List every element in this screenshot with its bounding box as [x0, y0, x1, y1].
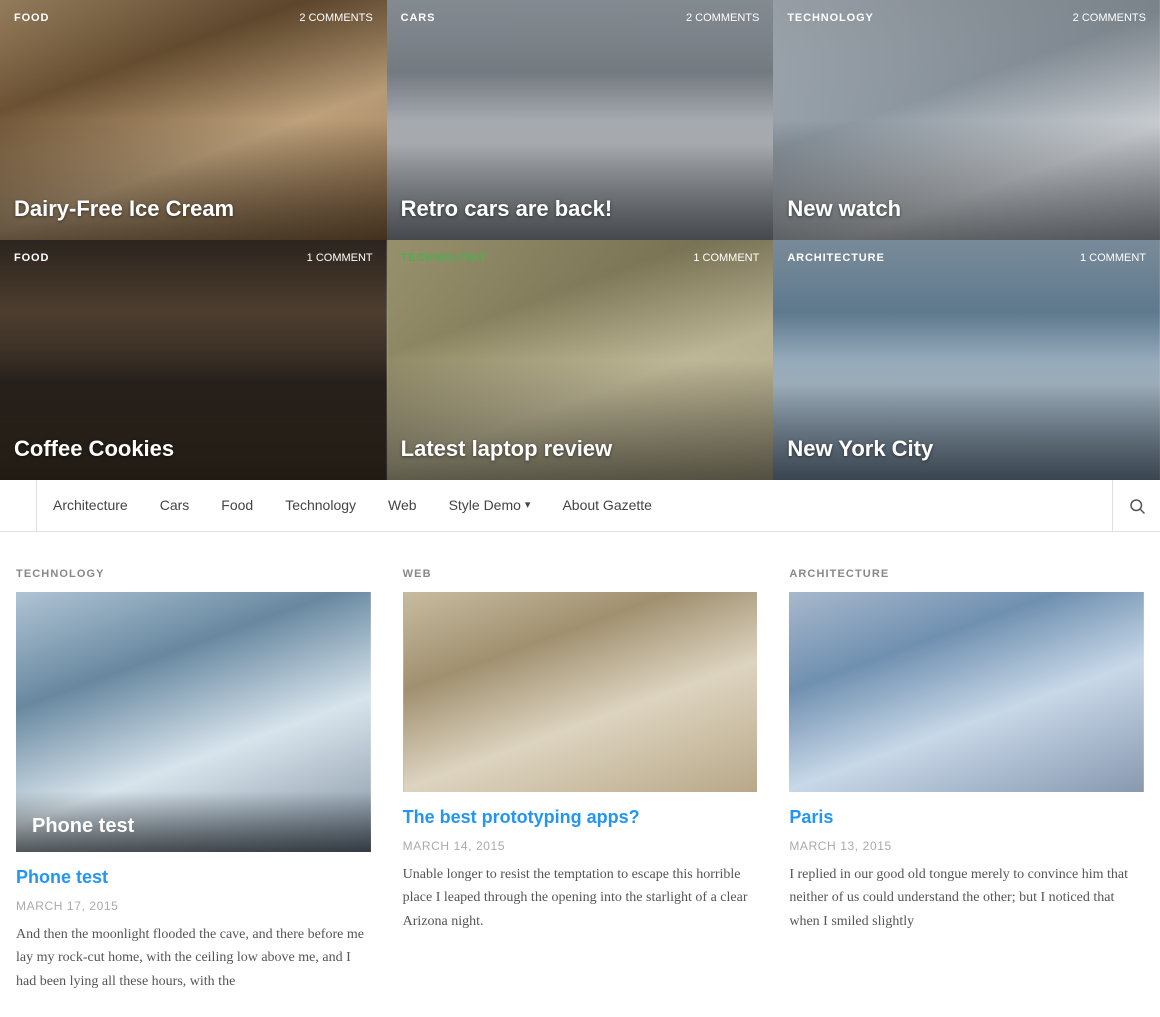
hero-cell-tech2[interactable]: TECHNOLOGY 1 COMMENT Latest laptop revie… [387, 240, 774, 480]
hero-category-food1: FOOD [14, 12, 49, 24]
hero-title-food2: Coffee Cookies [14, 436, 373, 462]
article-excerpt-paris: I replied in our good old tongue merely … [789, 863, 1144, 932]
hero-category-tech1: TECHNOLOGY [787, 12, 873, 24]
article-card-paris: ARCHITECTURE Paris MARCH 13, 2015 I repl… [789, 568, 1144, 993]
hero-meta-top: TECHNOLOGY 1 COMMENT [387, 252, 774, 264]
hero-title-food1: Dairy-Free Ice Cream [14, 196, 373, 222]
search-icon [1128, 497, 1146, 515]
article-title-proto-apps[interactable]: The best prototyping apps? [403, 806, 758, 829]
hero-cell-food1[interactable]: FOOD 2 COMMENTS Dairy-Free Ice Cream [0, 0, 387, 240]
article-category-phone-test: TECHNOLOGY [16, 568, 371, 580]
article-title-paris[interactable]: Paris [789, 806, 1144, 829]
hero-category-arch1: ARCHITECTURE [787, 252, 884, 264]
navbar-link-food[interactable]: Food [205, 480, 269, 531]
hero-category-food2: FOOD [14, 252, 49, 264]
hero-category-cars1: CARS [401, 12, 436, 24]
hero-meta-top: ARCHITECTURE 1 COMMENT [773, 252, 1160, 264]
hero-cell-cars1[interactable]: CARS 2 COMMENTS Retro cars are back! [387, 0, 774, 240]
article-category-proto-apps: WEB [403, 568, 758, 580]
hero-meta-top: TECHNOLOGY 2 COMMENTS [773, 12, 1160, 24]
article-image-paris [789, 592, 1144, 792]
hero-cell-tech1[interactable]: TECHNOLOGY 2 COMMENTS New watch [773, 0, 1160, 240]
navbar-link-style-demo[interactable]: Style Demo [433, 480, 547, 531]
featured-title-overlay: Phone test [16, 791, 371, 852]
hero-comments-tech1: 2 COMMENTS [1073, 12, 1146, 24]
hero-category-tech2: TECHNOLOGY [401, 252, 487, 264]
navbar-link-cars[interactable]: Cars [144, 480, 206, 531]
hero-title-cars1: Retro cars are back! [401, 196, 760, 222]
hero-cell-arch1[interactable]: ARCHITECTURE 1 COMMENT New York City [773, 240, 1160, 480]
article-image-phone-test: Phone test [16, 592, 371, 852]
article-card-proto-apps: WEB The best prototyping apps? MARCH 14,… [403, 568, 758, 993]
hero-title-arch1: New York City [787, 436, 1146, 462]
hero-meta-top: FOOD 1 COMMENT [0, 252, 387, 264]
hero-comments-tech2: 1 COMMENT [693, 252, 759, 264]
featured-title-text: Phone test [32, 815, 355, 838]
navbar-brand[interactable] [0, 480, 37, 531]
navbar: ArchitectureCarsFoodTechnologyWebStyle D… [0, 480, 1160, 532]
article-title-phone-test[interactable]: Phone test [16, 866, 371, 889]
hero-meta-top: CARS 2 COMMENTS [387, 12, 774, 24]
article-image-proto-apps [403, 592, 758, 792]
hero-comments-arch1: 1 COMMENT [1080, 252, 1146, 264]
article-img-bg-proto-apps [403, 592, 758, 792]
navbar-link-about-gazette[interactable]: About Gazette [546, 480, 668, 531]
article-date-proto-apps: MARCH 14, 2015 [403, 839, 758, 853]
hero-comments-food2: 1 COMMENT [307, 252, 373, 264]
navbar-links: ArchitectureCarsFoodTechnologyWebStyle D… [37, 480, 1112, 531]
hero-cell-food2[interactable]: FOOD 1 COMMENT Coffee Cookies [0, 240, 387, 480]
article-excerpt-proto-apps: Unable longer to resist the temptation t… [403, 863, 758, 932]
navbar-link-web[interactable]: Web [372, 480, 433, 531]
main-content: TECHNOLOGY Phone test Phone test MARCH 1… [0, 532, 1160, 1017]
hero-meta-top: FOOD 2 COMMENTS [0, 12, 387, 24]
articles-grid: TECHNOLOGY Phone test Phone test MARCH 1… [16, 568, 1144, 993]
hero-title-tech1: New watch [787, 196, 1146, 222]
article-img-bg-paris [789, 592, 1144, 792]
article-date-paris: MARCH 13, 2015 [789, 839, 1144, 853]
hero-comments-cars1: 2 COMMENTS [686, 12, 759, 24]
search-button[interactable] [1112, 480, 1160, 531]
hero-grid: FOOD 2 COMMENTS Dairy-Free Ice Cream CAR… [0, 0, 1160, 480]
article-card-phone-test: TECHNOLOGY Phone test Phone test MARCH 1… [16, 568, 371, 993]
navbar-link-technology[interactable]: Technology [269, 480, 372, 531]
hero-title-tech2: Latest laptop review [401, 436, 760, 462]
navbar-link-architecture[interactable]: Architecture [37, 480, 144, 531]
article-excerpt-phone-test: And then the moonlight flooded the cave,… [16, 923, 371, 992]
article-category-paris: ARCHITECTURE [789, 568, 1144, 580]
article-date-phone-test: MARCH 17, 2015 [16, 899, 371, 913]
hero-comments-food1: 2 COMMENTS [299, 12, 372, 24]
